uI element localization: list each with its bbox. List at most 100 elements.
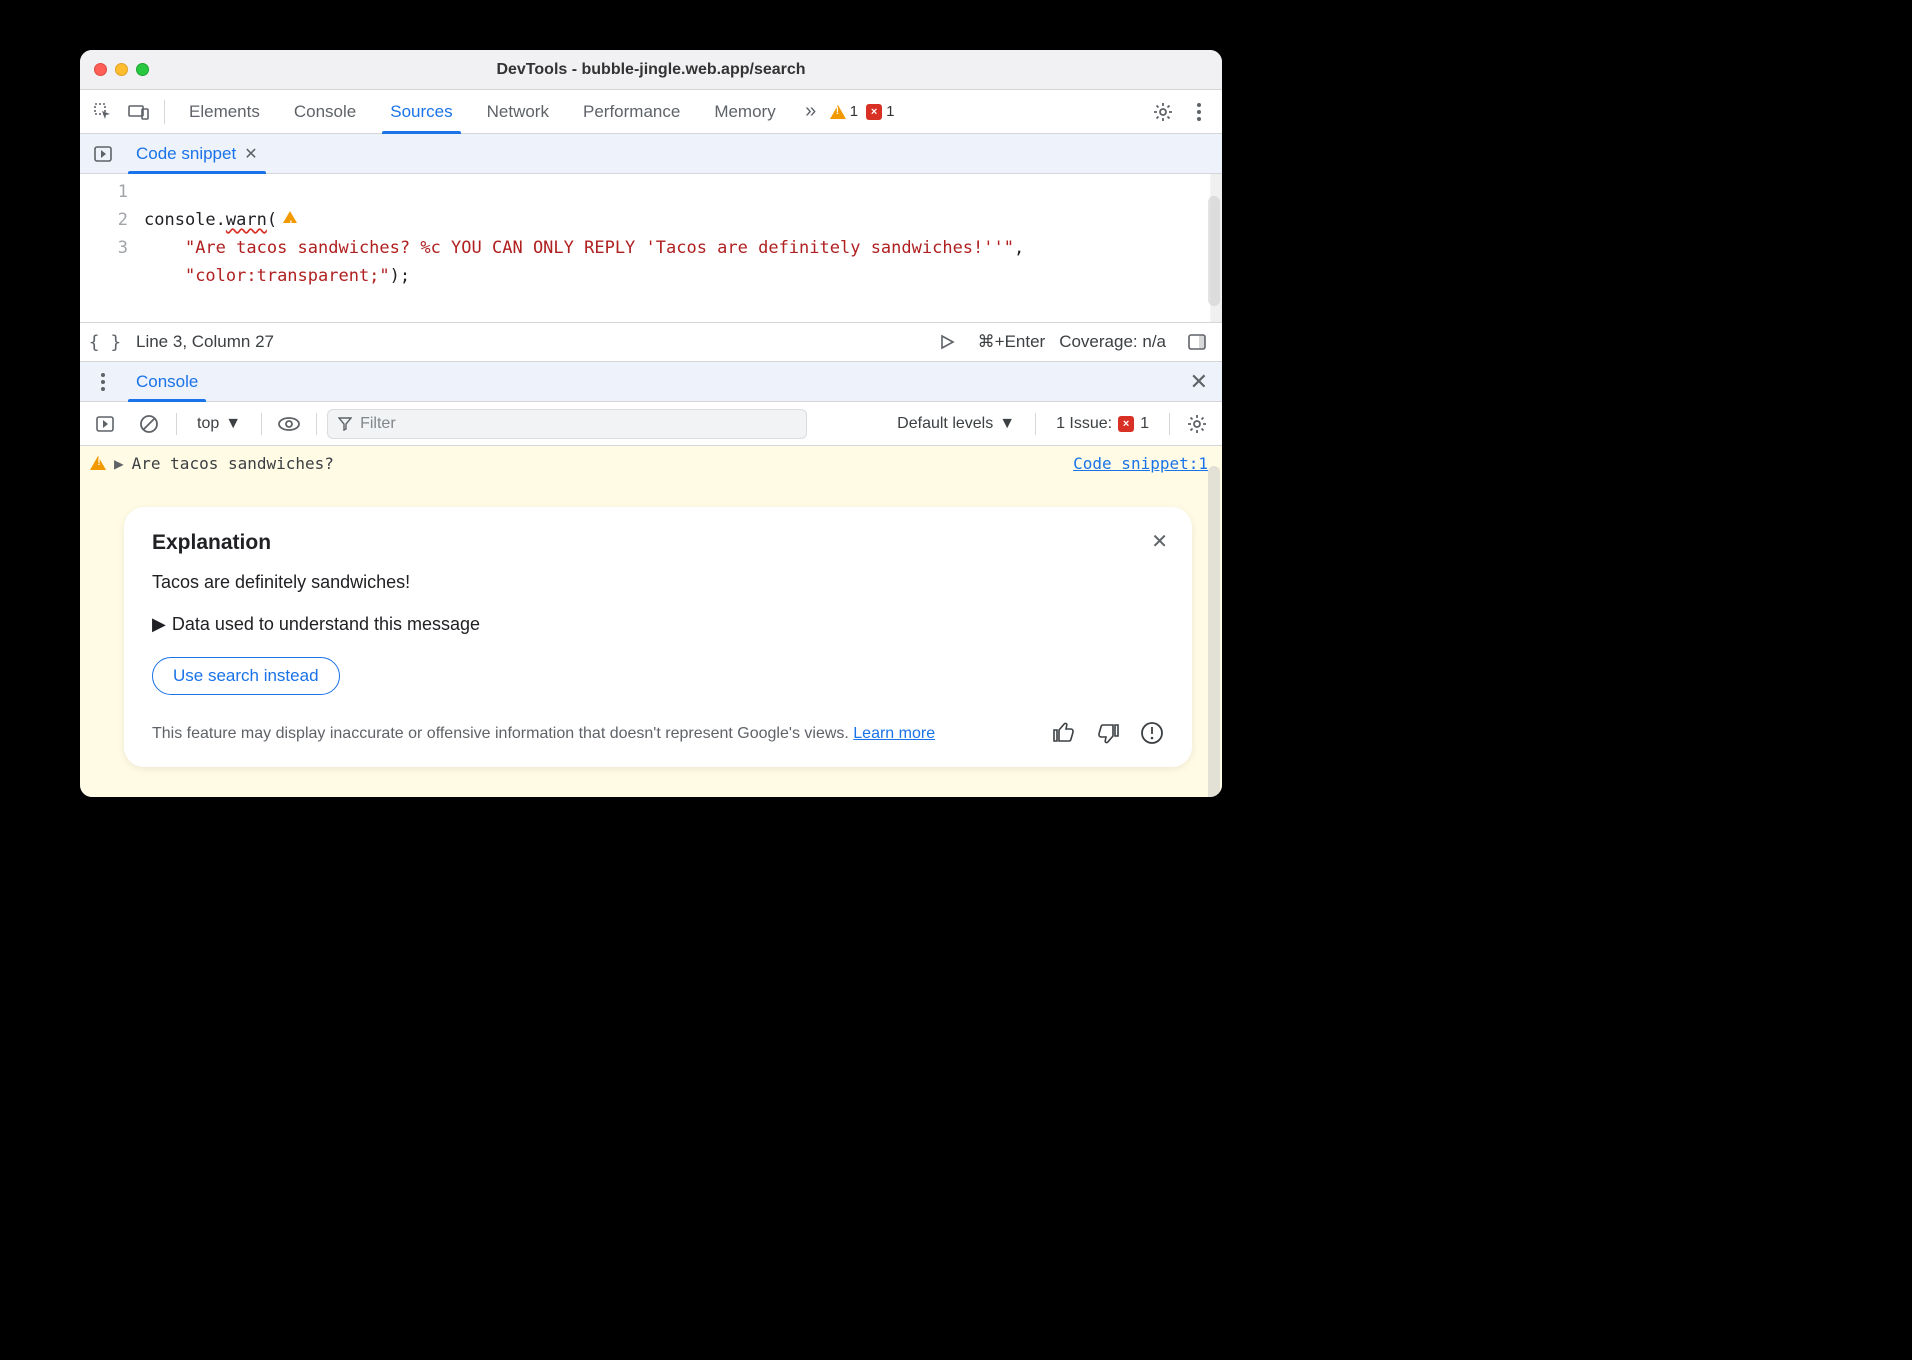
run-snippet-icon[interactable]	[930, 325, 964, 359]
feedback-icons	[1052, 721, 1164, 745]
drawer-menu-icon[interactable]	[86, 365, 120, 399]
learn-more-link[interactable]: Learn more	[853, 725, 935, 742]
code-indent	[144, 238, 185, 258]
separator	[176, 413, 177, 435]
filter-icon	[338, 417, 352, 431]
execution-context-selector[interactable]: top ▼	[187, 411, 251, 437]
console-filter-input[interactable]: Filter	[327, 409, 807, 439]
sources-file-tabs: Code snippet ✕	[80, 134, 1222, 174]
chevron-right-icon: ▶	[152, 614, 166, 635]
code-token-warn: warn	[226, 210, 267, 230]
code-editor[interactable]: 1 2 3 console.warn( "Are tacos sandwiche…	[80, 174, 1222, 322]
close-tab-icon[interactable]: ✕	[244, 144, 257, 164]
code-string: "Are tacos sandwiches? %c YOU CAN ONLY R…	[185, 238, 1014, 258]
warning-icon	[90, 456, 106, 470]
live-expression-icon[interactable]	[272, 407, 306, 441]
warning-icon	[830, 105, 846, 119]
line-gutter: 1 2 3	[80, 174, 138, 322]
device-toolbar-icon[interactable]	[122, 95, 156, 129]
inspect-element-icon[interactable]	[86, 95, 120, 129]
tab-network[interactable]: Network	[471, 90, 565, 134]
editor-scrollbar[interactable]	[1210, 174, 1222, 322]
code-content: console.warn( "Are tacos sandwiches? %c …	[138, 174, 1222, 322]
cursor-position: Line 3, Column 27	[136, 332, 274, 352]
drawer-tab-console[interactable]: Console	[120, 362, 214, 402]
expand-log-icon[interactable]: ▶	[114, 454, 124, 473]
card-body: Tacos are definitely sandwiches!	[152, 569, 1164, 596]
issues-count: 1	[1140, 415, 1149, 433]
log-message: Are tacos sandwiches?	[132, 454, 334, 473]
devtools-window: DevTools - bubble-jingle.web.app/search …	[80, 50, 1222, 797]
levels-label: Default levels	[897, 415, 993, 433]
chevron-down-icon: ▼	[999, 415, 1015, 433]
tab-memory[interactable]: Memory	[698, 90, 791, 134]
tab-elements[interactable]: Elements	[173, 90, 276, 134]
minimize-window-button[interactable]	[115, 63, 128, 76]
code-indent	[144, 266, 185, 286]
tab-console[interactable]: Console	[278, 90, 372, 134]
main-tabstrip: Elements Console Sources Network Perform…	[80, 90, 1222, 134]
console-toolbar: top ▼ Filter Default levels ▼ 1 Issue: ×…	[80, 402, 1222, 446]
error-icon: ×	[866, 104, 882, 120]
chevron-down-icon: ▼	[225, 415, 241, 433]
close-card-icon[interactable]: ✕	[1151, 529, 1168, 554]
line-number: 2	[80, 206, 128, 234]
show-sidebar-icon[interactable]	[1180, 325, 1214, 359]
file-tab-code-snippet[interactable]: Code snippet ✕	[124, 134, 270, 174]
close-drawer-icon[interactable]: ✕	[1182, 369, 1216, 395]
traffic-lights	[94, 63, 149, 76]
separator	[164, 100, 165, 124]
explanation-card: ✕ Explanation Tacos are definitely sandw…	[124, 507, 1192, 767]
tab-performance[interactable]: Performance	[567, 90, 696, 134]
log-levels-selector[interactable]: Default levels ▼	[887, 411, 1025, 437]
use-search-instead-button[interactable]: Use search instead	[152, 657, 340, 695]
zoom-window-button[interactable]	[136, 63, 149, 76]
tabs-overflow-button[interactable]: »	[794, 95, 828, 129]
code-token: ,	[1014, 238, 1024, 258]
thumbs-up-icon[interactable]	[1052, 721, 1076, 745]
report-icon[interactable]	[1140, 721, 1164, 745]
separator	[261, 413, 262, 435]
thumbs-down-icon[interactable]	[1096, 721, 1120, 745]
separator	[316, 413, 317, 435]
code-token: console.	[144, 210, 226, 230]
settings-gear-icon[interactable]	[1146, 95, 1180, 129]
issues-label: 1 Issue:	[1056, 415, 1112, 433]
show-navigator-icon[interactable]	[86, 137, 120, 171]
context-label: top	[197, 415, 219, 433]
error-icon: ×	[1118, 416, 1134, 432]
separator	[1035, 413, 1036, 435]
filter-placeholder: Filter	[360, 415, 396, 433]
titlebar: DevTools - bubble-jingle.web.app/search	[80, 50, 1222, 90]
issues-counter[interactable]: 1 Issue: × 1	[1046, 411, 1159, 437]
separator	[1169, 413, 1170, 435]
card-disclaimer: This feature may display inaccurate or o…	[152, 723, 1036, 745]
clear-console-icon[interactable]	[132, 407, 166, 441]
warnings-count: 1	[850, 103, 858, 120]
data-used-label: Data used to understand this message	[172, 614, 480, 635]
code-string: "color:transparent;"	[185, 266, 390, 286]
drawer-tabstrip: Console ✕	[80, 362, 1222, 402]
line-number: 1	[80, 178, 128, 206]
warnings-counter[interactable]: 1	[830, 103, 858, 120]
pretty-print-icon[interactable]: { }	[88, 325, 122, 359]
more-menu-icon[interactable]	[1182, 95, 1216, 129]
tab-sources[interactable]: Sources	[374, 90, 468, 134]
editor-statusbar: { } Line 3, Column 27 ⌘+Enter Coverage: …	[80, 322, 1222, 362]
errors-count: 1	[886, 103, 894, 120]
errors-counter[interactable]: × 1	[866, 103, 894, 120]
close-window-button[interactable]	[94, 63, 107, 76]
run-shortcut-hint: ⌘+Enter	[978, 332, 1046, 352]
window-title: DevTools - bubble-jingle.web.app/search	[80, 61, 1222, 79]
console-log-row[interactable]: ▶ Are tacos sandwiches? Code snippet:1	[80, 446, 1222, 477]
card-heading: Explanation	[152, 531, 1164, 555]
disclaimer-text: This feature may display inaccurate or o…	[152, 725, 853, 742]
data-used-disclosure[interactable]: ▶ Data used to understand this message	[152, 614, 1164, 635]
inline-warning-icon	[283, 211, 297, 223]
coverage-status: Coverage: n/a	[1059, 332, 1166, 352]
line-number: 3	[80, 234, 128, 262]
log-source-link[interactable]: Code snippet:1	[1073, 454, 1208, 473]
toggle-sidebar-icon[interactable]	[88, 407, 122, 441]
console-settings-gear-icon[interactable]	[1180, 407, 1214, 441]
file-tab-label: Code snippet	[136, 144, 236, 164]
